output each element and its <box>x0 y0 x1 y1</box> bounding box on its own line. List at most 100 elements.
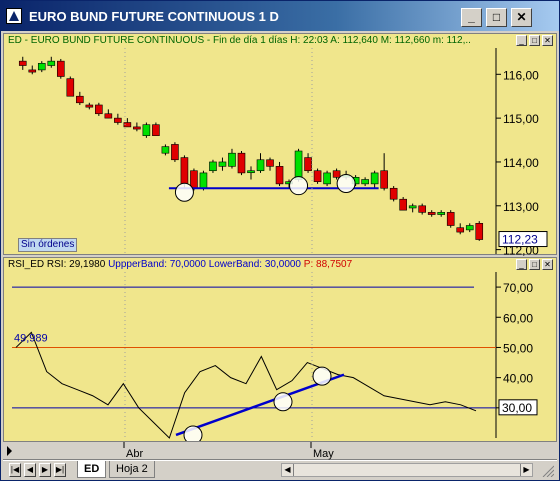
candle-body <box>389 187 398 200</box>
candle-body <box>370 172 379 185</box>
close-button[interactable]: ✕ <box>511 8 532 27</box>
support-touch-marker <box>336 173 356 193</box>
time-axis: Abr May <box>7 442 334 460</box>
rsi-tick-label: 70,00 <box>503 281 533 295</box>
price-tick-label: 116,00 <box>503 68 539 82</box>
candle-body <box>361 179 369 185</box>
candle-body <box>180 157 189 185</box>
candle-body <box>446 212 455 226</box>
price-tick-label: 114,00 <box>503 156 539 170</box>
candle-body <box>437 212 446 215</box>
rsi-panel[interactable]: 70,00 60,00 50,00 40,00 49,989 30,00 RSI_ED R… <box>3 257 557 460</box>
rsi-touch-marker <box>312 366 332 386</box>
price-tick-label: 113,00 <box>503 200 539 214</box>
candle-body <box>228 152 236 167</box>
support-touch-marker <box>289 176 309 196</box>
rsi-name: RSI_ED <box>8 259 45 270</box>
scroll-right-icon[interactable]: ▶ <box>520 464 532 476</box>
time-label-may: May <box>313 448 334 460</box>
rsi-value: RSI: 29,1980 <box>46 259 106 270</box>
horizontal-scrollbar[interactable]: ◀ ▶ <box>281 463 533 477</box>
candle-body <box>275 166 284 185</box>
candle-body <box>133 126 141 130</box>
scroll-left-icon[interactable]: ◀ <box>282 464 294 476</box>
candle-body <box>218 161 227 167</box>
last-sheet-icon[interactable]: ▶| <box>54 463 66 477</box>
rsi-pane-restore-icon[interactable]: □ <box>529 259 540 270</box>
candle-body <box>465 225 474 231</box>
restore-icon: □ <box>492 10 501 24</box>
restore-button[interactable]: □ <box>486 8 507 27</box>
price-chart: 116,00115,00114,00113,00112,00112,23 <box>18 48 548 258</box>
pane-minimize-icon[interactable]: _ <box>516 35 527 46</box>
candle-body <box>237 152 246 174</box>
chart-window: EURO BUND FUTURE CONTINUOUS 1 D _ □ ✕ 11… <box>0 0 560 481</box>
price-tick-label: 115,00 <box>503 112 539 126</box>
candle-body <box>190 170 198 189</box>
candle-body <box>247 170 255 174</box>
price-panel[interactable]: 116,00 115,00 114,00 113,00 112,00 112,23 ED … <box>3 33 557 258</box>
tab-ed[interactable]: ED <box>77 461 107 478</box>
first-sheet-icon[interactable]: |◀ <box>9 463 21 477</box>
candle-body <box>56 60 65 77</box>
candle-body <box>95 104 103 115</box>
candle-body <box>380 170 388 189</box>
prev-sheet-icon[interactable]: ◀ <box>24 463 36 477</box>
candle-body <box>199 172 208 189</box>
next-sheet-icon[interactable]: ▶ <box>39 463 51 477</box>
candle-body <box>114 117 122 123</box>
time-axis-left-icon[interactable] <box>7 446 12 456</box>
candle-body <box>18 60 27 66</box>
rsi-pane-close-icon[interactable]: ✕ <box>542 259 553 270</box>
candle-body <box>209 161 217 172</box>
candle-body <box>313 170 322 182</box>
candle-body <box>408 205 417 209</box>
time-axis-strip[interactable]: Abr May <box>3 441 557 460</box>
rsi-header: RSI_ED RSI: 29,1980 UppperBand: 70,0000 … <box>8 259 352 270</box>
pane-close-icon[interactable]: ✕ <box>542 35 553 46</box>
rsi-tick-label: 50,00 <box>503 341 533 355</box>
candle-body <box>304 157 312 172</box>
time-label-abr: Abr <box>126 448 143 460</box>
rsi-chart: 70,00 60,00 50,00 40,00 49,989 30,00 <box>12 272 538 445</box>
window-title: EURO BUND FUTURE CONTINUOUS 1 D <box>29 9 279 24</box>
rsi-touch-marker <box>273 392 293 412</box>
candle-body <box>104 113 113 119</box>
candle-body <box>47 60 56 66</box>
candle-body <box>266 159 274 167</box>
title-bar[interactable]: EURO BUND FUTURE CONTINUOUS 1 D _ □ ✕ <box>1 1 559 31</box>
orders-badge[interactable]: Sin órdenes <box>18 238 78 252</box>
rsi-upper-band: UppperBand: 70,0000 <box>108 259 206 270</box>
candle-body <box>28 69 37 73</box>
rsi-tick-label: 60,00 <box>503 311 533 325</box>
candle-body <box>427 212 436 215</box>
candle-body <box>66 78 75 97</box>
close-icon: ✕ <box>516 10 527 24</box>
candle-body <box>418 205 426 213</box>
last-price-label: 112,23 <box>502 233 538 247</box>
tab-hoja-2[interactable]: Hoja 2 <box>109 461 155 478</box>
size-grip-icon[interactable] <box>540 463 554 477</box>
candle-body <box>37 63 46 71</box>
candle-body <box>256 159 265 172</box>
candle-body <box>456 227 465 233</box>
rsi-lower-band: LowerBand: 30,0000 <box>208 259 301 270</box>
price-header: ED - EURO BUND FUTURE CONTINUOUS - Fin d… <box>8 35 471 46</box>
candle-body <box>323 172 331 185</box>
minimize-icon: _ <box>468 10 475 24</box>
candle-body <box>161 146 170 154</box>
pane-restore-icon[interactable]: □ <box>529 35 540 46</box>
candle-body <box>399 198 407 211</box>
app-icon <box>6 8 22 24</box>
rsi-p-value: P: 88,7507 <box>303 259 353 270</box>
candle-body <box>76 95 84 104</box>
candle-body <box>294 150 303 180</box>
minimize-button[interactable]: _ <box>461 8 482 27</box>
candle-body <box>85 104 94 108</box>
rsi-tick-label: 40,00 <box>503 372 533 386</box>
rsi-current-label: 30,00 <box>502 401 532 415</box>
rsi-pane-minimize-icon[interactable]: _ <box>516 259 527 270</box>
support-touch-marker <box>174 182 194 202</box>
rsi-marker-label: 49,989 <box>14 332 48 344</box>
candle-body <box>475 223 484 240</box>
